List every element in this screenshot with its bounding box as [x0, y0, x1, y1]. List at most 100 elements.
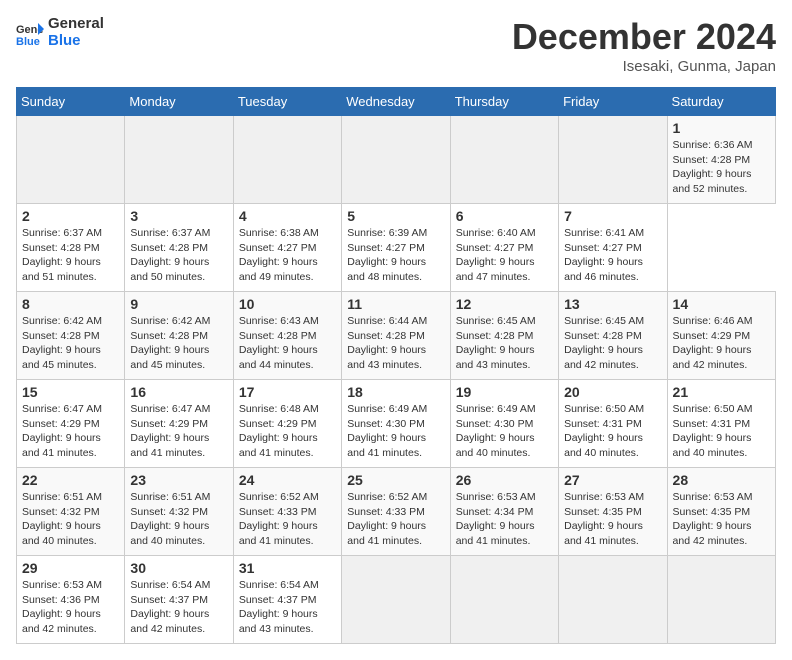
day-number: 23: [130, 472, 227, 488]
calendar-cell: 30 Sunrise: 6:54 AMSunset: 4:37 PMDaylig…: [125, 556, 233, 644]
day-info: Sunrise: 6:51 AMSunset: 4:32 PMDaylight:…: [22, 490, 119, 549]
day-of-week-header: Thursday: [450, 88, 558, 116]
day-info: Sunrise: 6:46 AMSunset: 4:29 PMDaylight:…: [673, 314, 770, 373]
day-number: 18: [347, 384, 444, 400]
day-of-week-header: Sunday: [17, 88, 125, 116]
day-info: Sunrise: 6:53 AMSunset: 4:36 PMDaylight:…: [22, 578, 119, 637]
day-number: 3: [130, 208, 227, 224]
calendar-cell-empty: [559, 556, 667, 644]
day-of-week-header: Saturday: [667, 88, 775, 116]
day-info: Sunrise: 6:42 AMSunset: 4:28 PMDaylight:…: [130, 314, 227, 373]
calendar-week-row: 15 Sunrise: 6:47 AMSunset: 4:29 PMDaylig…: [17, 380, 776, 468]
day-info: Sunrise: 6:48 AMSunset: 4:29 PMDaylight:…: [239, 402, 336, 461]
day-number: 4: [239, 208, 336, 224]
calendar-cell: 6 Sunrise: 6:40 AMSunset: 4:27 PMDayligh…: [450, 204, 558, 292]
calendar-week-row: 8 Sunrise: 6:42 AMSunset: 4:28 PMDayligh…: [17, 292, 776, 380]
title-section: December 2024 Isesaki, Gunma, Japan: [512, 16, 776, 75]
day-info: Sunrise: 6:41 AMSunset: 4:27 PMDaylight:…: [564, 226, 661, 285]
day-number: 25: [347, 472, 444, 488]
calendar-cell-empty: [559, 116, 667, 204]
day-number: 27: [564, 472, 661, 488]
day-info: Sunrise: 6:54 AMSunset: 4:37 PMDaylight:…: [239, 578, 336, 637]
day-info: Sunrise: 6:37 AMSunset: 4:28 PMDaylight:…: [130, 226, 227, 285]
day-info: Sunrise: 6:50 AMSunset: 4:31 PMDaylight:…: [564, 402, 661, 461]
calendar-cell-empty: [667, 556, 775, 644]
day-info: Sunrise: 6:52 AMSunset: 4:33 PMDaylight:…: [239, 490, 336, 549]
calendar-cell: 13 Sunrise: 6:45 AMSunset: 4:28 PMDaylig…: [559, 292, 667, 380]
calendar-cell: 2 Sunrise: 6:37 AMSunset: 4:28 PMDayligh…: [17, 204, 125, 292]
day-info: Sunrise: 6:52 AMSunset: 4:33 PMDaylight:…: [347, 490, 444, 549]
calendar-cell: 25 Sunrise: 6:52 AMSunset: 4:33 PMDaylig…: [342, 468, 450, 556]
day-number: 24: [239, 472, 336, 488]
svg-text:Blue: Blue: [16, 36, 40, 47]
day-number: 19: [456, 384, 553, 400]
day-number: 11: [347, 296, 444, 312]
day-info: Sunrise: 6:45 AMSunset: 4:28 PMDaylight:…: [456, 314, 553, 373]
calendar-header: SundayMondayTuesdayWednesdayThursdayFrid…: [17, 88, 776, 116]
day-info: Sunrise: 6:47 AMSunset: 4:29 PMDaylight:…: [22, 402, 119, 461]
day-number: 10: [239, 296, 336, 312]
calendar-cell: 22 Sunrise: 6:51 AMSunset: 4:32 PMDaylig…: [17, 468, 125, 556]
page-header: General Blue General Blue December 2024 …: [16, 16, 776, 75]
day-number: 28: [673, 472, 770, 488]
calendar-cell-empty: [233, 116, 341, 204]
day-number: 16: [130, 384, 227, 400]
calendar-cell: 11 Sunrise: 6:44 AMSunset: 4:28 PMDaylig…: [342, 292, 450, 380]
calendar-cell: 18 Sunrise: 6:49 AMSunset: 4:30 PMDaylig…: [342, 380, 450, 468]
day-number: 26: [456, 472, 553, 488]
calendar-cell: 20 Sunrise: 6:50 AMSunset: 4:31 PMDaylig…: [559, 380, 667, 468]
day-info: Sunrise: 6:51 AMSunset: 4:32 PMDaylight:…: [130, 490, 227, 549]
logo-icon: General Blue: [16, 19, 44, 47]
day-info: Sunrise: 6:42 AMSunset: 4:28 PMDaylight:…: [22, 314, 119, 373]
day-number: 22: [22, 472, 119, 488]
day-info: Sunrise: 6:49 AMSunset: 4:30 PMDaylight:…: [456, 402, 553, 461]
day-info: Sunrise: 6:44 AMSunset: 4:28 PMDaylight:…: [347, 314, 444, 373]
day-info: Sunrise: 6:38 AMSunset: 4:27 PMDaylight:…: [239, 226, 336, 285]
day-info: Sunrise: 6:43 AMSunset: 4:28 PMDaylight:…: [239, 314, 336, 373]
day-number: 8: [22, 296, 119, 312]
calendar-cell: 1 Sunrise: 6:36 AMSunset: 4:28 PMDayligh…: [667, 116, 775, 204]
day-number: 6: [456, 208, 553, 224]
day-number: 15: [22, 384, 119, 400]
day-info: Sunrise: 6:37 AMSunset: 4:28 PMDaylight:…: [22, 226, 119, 285]
calendar-cell: 3 Sunrise: 6:37 AMSunset: 4:28 PMDayligh…: [125, 204, 233, 292]
calendar-cell: 23 Sunrise: 6:51 AMSunset: 4:32 PMDaylig…: [125, 468, 233, 556]
day-number: 20: [564, 384, 661, 400]
day-number: 21: [673, 384, 770, 400]
calendar-week-row: 22 Sunrise: 6:51 AMSunset: 4:32 PMDaylig…: [17, 468, 776, 556]
calendar-cell: 31 Sunrise: 6:54 AMSunset: 4:37 PMDaylig…: [233, 556, 341, 644]
day-info: Sunrise: 6:47 AMSunset: 4:29 PMDaylight:…: [130, 402, 227, 461]
calendar-week-row: 2 Sunrise: 6:37 AMSunset: 4:28 PMDayligh…: [17, 204, 776, 292]
day-of-week-header: Friday: [559, 88, 667, 116]
calendar-cell: 8 Sunrise: 6:42 AMSunset: 4:28 PMDayligh…: [17, 292, 125, 380]
calendar-cell: 28 Sunrise: 6:53 AMSunset: 4:35 PMDaylig…: [667, 468, 775, 556]
day-number: 14: [673, 296, 770, 312]
calendar-cell: 5 Sunrise: 6:39 AMSunset: 4:27 PMDayligh…: [342, 204, 450, 292]
day-number: 30: [130, 560, 227, 576]
day-number: 12: [456, 296, 553, 312]
calendar-cell: 21 Sunrise: 6:50 AMSunset: 4:31 PMDaylig…: [667, 380, 775, 468]
calendar-week-row: 1 Sunrise: 6:36 AMSunset: 4:28 PMDayligh…: [17, 116, 776, 204]
calendar-cell: 9 Sunrise: 6:42 AMSunset: 4:28 PMDayligh…: [125, 292, 233, 380]
day-info: Sunrise: 6:45 AMSunset: 4:28 PMDaylight:…: [564, 314, 661, 373]
calendar-cell-empty: [450, 116, 558, 204]
month-title: December 2024: [512, 16, 776, 58]
day-number: 13: [564, 296, 661, 312]
calendar-cell-empty: [17, 116, 125, 204]
logo: General Blue General Blue: [16, 16, 104, 49]
day-info: Sunrise: 6:49 AMSunset: 4:30 PMDaylight:…: [347, 402, 444, 461]
calendar-cell-empty: [450, 556, 558, 644]
day-info: Sunrise: 6:53 AMSunset: 4:35 PMDaylight:…: [564, 490, 661, 549]
calendar-cell-empty: [342, 556, 450, 644]
day-info: Sunrise: 6:54 AMSunset: 4:37 PMDaylight:…: [130, 578, 227, 637]
calendar-cell: 29 Sunrise: 6:53 AMSunset: 4:36 PMDaylig…: [17, 556, 125, 644]
location: Isesaki, Gunma, Japan: [512, 58, 776, 75]
day-number: 17: [239, 384, 336, 400]
day-of-week-header: Tuesday: [233, 88, 341, 116]
calendar-cell-empty: [342, 116, 450, 204]
calendar-cell: 14 Sunrise: 6:46 AMSunset: 4:29 PMDaylig…: [667, 292, 775, 380]
day-number: 29: [22, 560, 119, 576]
day-info: Sunrise: 6:39 AMSunset: 4:27 PMDaylight:…: [347, 226, 444, 285]
calendar-cell: 12 Sunrise: 6:45 AMSunset: 4:28 PMDaylig…: [450, 292, 558, 380]
day-of-week-header: Monday: [125, 88, 233, 116]
